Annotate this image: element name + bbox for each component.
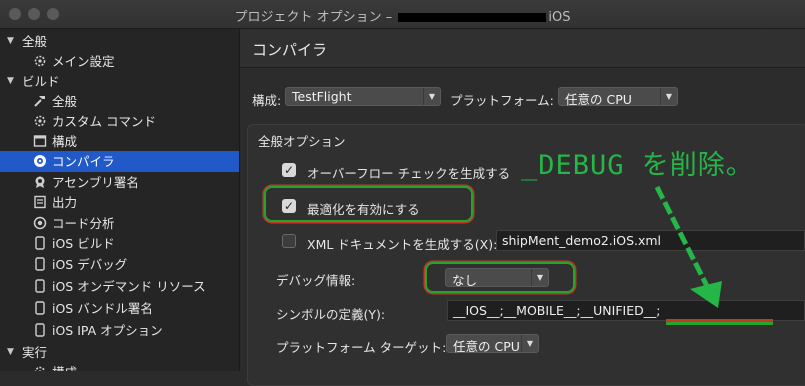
annotation-arrowhead-icon: [690, 281, 722, 308]
annotation-arrow: [654, 185, 715, 298]
annotation-underline-green: [666, 322, 773, 325]
annotation-overlay: [654, 185, 773, 325]
